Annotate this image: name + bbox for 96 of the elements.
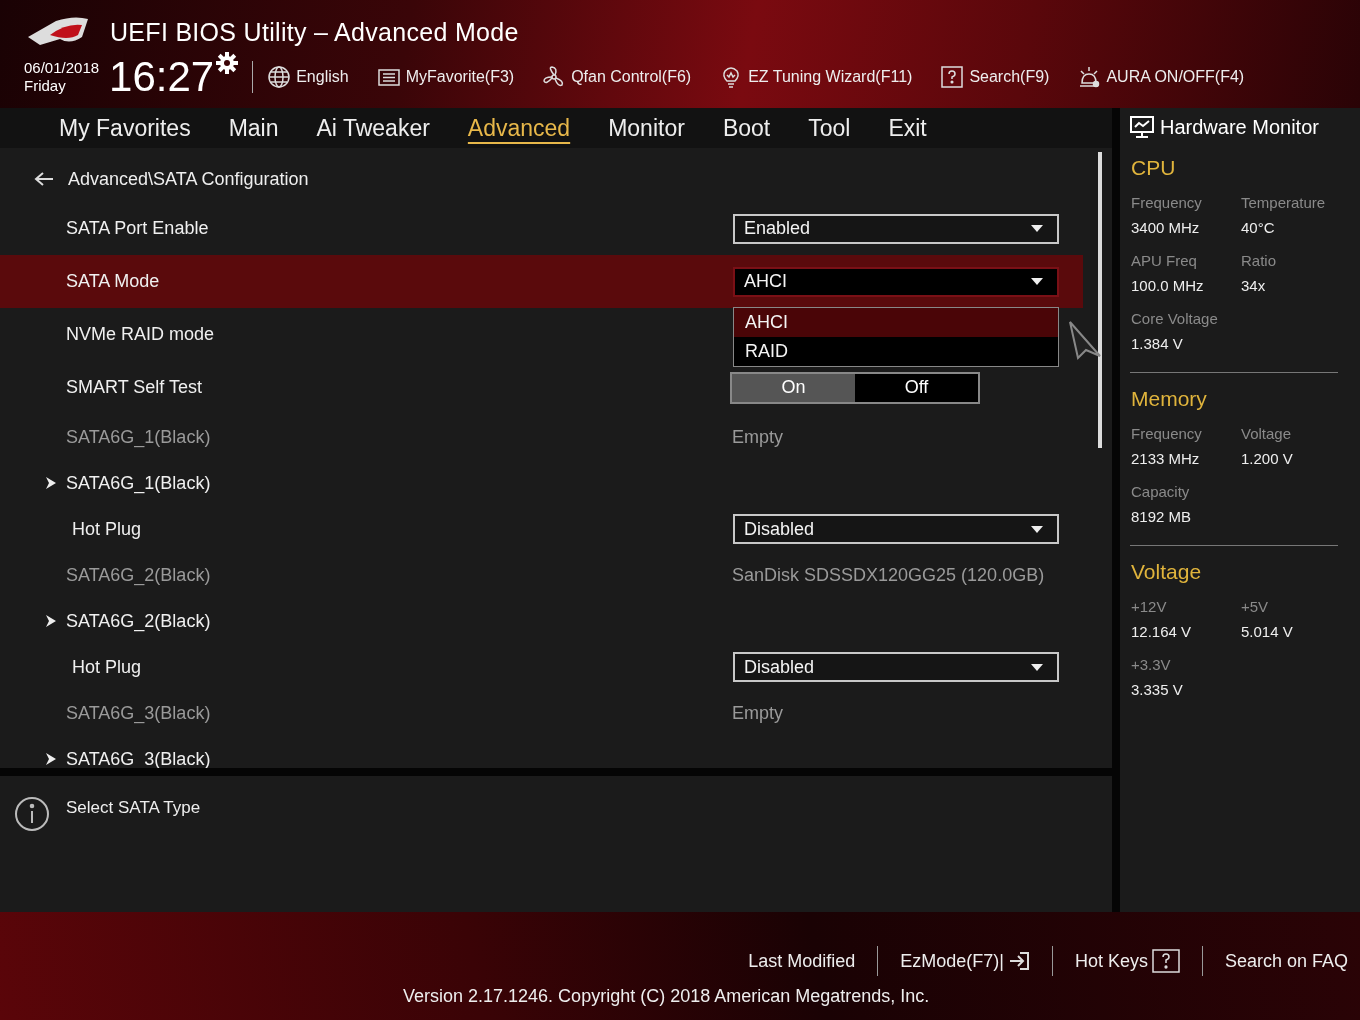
reading-label: Core Voltage	[1131, 310, 1219, 327]
setting-row[interactable]: SATA6G_2(Black)	[0, 598, 1083, 644]
setting-row[interactable]: SATA6G_2(Black) SanDisk SDSSDX120GG25 (120.0GB)	[0, 552, 1083, 598]
setting-label: SATA6G_2(Black)	[66, 564, 211, 586]
setting-label: SATA Mode	[66, 271, 160, 292]
reading-value: 3.335 V	[1131, 681, 1184, 698]
toolbar-button[interactable]: EZ Tuning Wizard(F11)	[719, 65, 913, 89]
section-title: Memory	[1131, 387, 1208, 411]
expand-arrow-icon[interactable]	[46, 615, 56, 627]
menu-tab[interactable]: Ai Tweaker	[297, 110, 449, 146]
panel-title: Hardware Monitor	[1160, 115, 1319, 139]
setting-label: SATA6G_1(Black)	[66, 426, 211, 448]
setting-label: SATA6G_2(Black)	[66, 610, 211, 632]
lamp-icon	[1077, 65, 1102, 89]
reading-label: Capacity	[1131, 483, 1191, 500]
footer-link[interactable]: Hot Keys	[1074, 949, 1180, 973]
dropdown-field[interactable]: Disabled	[733, 514, 1059, 544]
window-title: UEFI BIOS Utility – Advanced Mode	[110, 17, 519, 47]
menu-tab[interactable]: Advanced	[448, 110, 590, 146]
version-text: Version 2.17.1246. Copyright (C) 2018 American Megatrends, Inc.	[403, 986, 930, 1007]
menu-tab[interactable]: Tool	[789, 110, 870, 146]
scrollbar[interactable]	[1098, 152, 1102, 448]
dropdown-field[interactable]: Enabled	[733, 213, 1059, 244]
help-icon	[1151, 949, 1180, 973]
reading-value: 1.200 V	[1241, 450, 1294, 467]
setting-row[interactable]: SATA6G_3(Black) Empty	[0, 690, 1083, 736]
back-arrow-icon[interactable]	[34, 171, 54, 187]
exit-icon	[1007, 951, 1030, 971]
setting-row[interactable]: SATA6G_1(Black) Empty	[0, 414, 1083, 460]
setting-row[interactable]: Hot Plug Disabled	[0, 644, 1083, 690]
setting-row[interactable]: SATA Port Enable Enabled	[0, 202, 1083, 255]
reading-value: 40°C	[1241, 219, 1276, 236]
date-text: 06/01/2018	[24, 59, 100, 77]
reading-label: +3.3V	[1131, 656, 1172, 673]
setting-label: SATA6G_1(Black)	[66, 472, 211, 494]
reading-label: APU Freq	[1131, 252, 1198, 269]
caret-icon	[1031, 278, 1043, 285]
clock-time: 16:27	[109, 55, 215, 99]
setting-label: Hot Plug	[72, 518, 142, 540]
setting-label: SATA6G_3(Black)	[66, 702, 211, 724]
reading-value: 8192 MB	[1131, 508, 1193, 525]
reading-value: 3400 MHz	[1131, 219, 1201, 236]
day-text: Friday	[24, 77, 67, 95]
toggle-option[interactable]: On	[732, 373, 855, 402]
reading-label: Ratio	[1241, 252, 1278, 269]
menu-tab[interactable]: Boot	[703, 110, 790, 146]
menu-tab[interactable]: Monitor	[589, 110, 704, 146]
section-title: Voltage	[1131, 560, 1203, 584]
toolbar-button[interactable]: English	[267, 65, 349, 89]
toolbar-button[interactable]: AURA ON/OFF(F4)	[1077, 65, 1245, 89]
breadcrumb-path: Advanced\SATA Configuration	[68, 168, 309, 190]
reading-label: Frequency	[1131, 194, 1203, 211]
setting-value: SanDisk SDSSDX120GG25 (120.0GB)	[732, 564, 1045, 586]
caret-icon	[1031, 225, 1043, 232]
dropdown-field[interactable]: Disabled	[733, 652, 1059, 682]
setting-label: Hot Plug	[72, 656, 142, 678]
setting-value: Empty	[732, 702, 783, 724]
toolbar-button[interactable]: MyFavorite(F3)	[376, 65, 515, 89]
reading-label: +12V	[1131, 598, 1168, 615]
section-title: CPU	[1131, 156, 1177, 180]
caret-icon	[1031, 663, 1043, 671]
cursor-icon	[1068, 320, 1102, 360]
toolbar-button[interactable]: Qfan Control(F6)	[542, 65, 692, 89]
reading-value: 34x	[1241, 277, 1267, 294]
reading-value: 1.384 V	[1131, 335, 1184, 352]
reading-value: 100.0 MHz	[1131, 277, 1205, 294]
footer-link[interactable]: EzMode(F7)|	[900, 950, 1030, 972]
setting-row[interactable]: Hot Plug Disabled	[0, 506, 1083, 552]
menu-tab[interactable]: Exit	[869, 110, 946, 146]
toolbar-button[interactable]: Search(F9)	[940, 65, 1050, 89]
setting-row[interactable]: SATA6G_1(Black)	[0, 460, 1083, 506]
menu-tab[interactable]: Main	[209, 110, 298, 146]
caret-icon	[1031, 525, 1043, 533]
reading-value: 12.164 V	[1131, 623, 1193, 640]
dropdown-option[interactable]: AHCI	[734, 307, 1058, 337]
setting-value: Empty	[732, 426, 783, 448]
dropdown-field[interactable]: AHCI	[733, 266, 1059, 297]
globe-icon	[267, 65, 292, 89]
help-text: Select SATA Type	[66, 798, 201, 818]
reading-label: Voltage	[1241, 425, 1293, 442]
reading-value: 2133 MHz	[1131, 450, 1201, 467]
expand-arrow-icon[interactable]	[46, 477, 56, 489]
footer-link[interactable]: Last Modified	[748, 950, 856, 972]
info-icon	[14, 796, 50, 832]
setting-label: SMART Self Test	[66, 377, 203, 398]
menu-tab[interactable]: My Favorites	[40, 110, 210, 146]
help-icon	[940, 65, 965, 89]
reading-label: Temperature	[1241, 194, 1327, 211]
reading-value: 5.014 V	[1241, 623, 1294, 640]
expand-arrow-icon[interactable]	[46, 753, 56, 765]
reading-label: +5V	[1241, 598, 1270, 615]
monitor-icon	[1130, 116, 1154, 138]
settings-icon[interactable]	[216, 52, 239, 74]
setting-label: SATA Port Enable	[66, 218, 209, 239]
footer-link[interactable]: Search on FAQ	[1224, 950, 1348, 972]
reading-label: Frequency	[1131, 425, 1203, 442]
